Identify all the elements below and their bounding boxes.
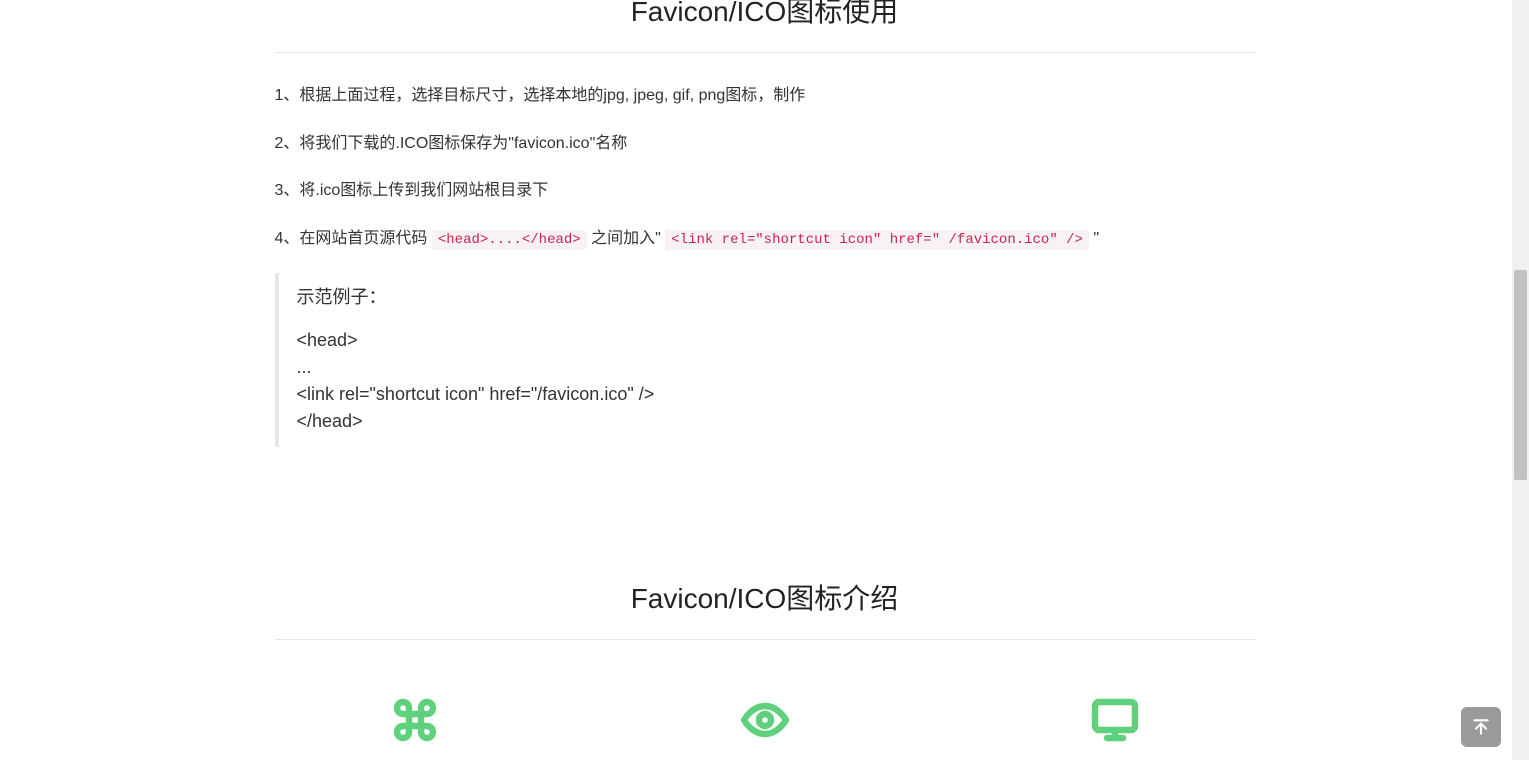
step-4-code-head: <head>....</head> bbox=[432, 230, 587, 250]
command-icon bbox=[385, 690, 445, 750]
example-code: <head> ... <link rel="shortcut icon" hre… bbox=[297, 327, 1237, 435]
step-4: 4、在网站首页源代码 <head>....</head> 之间加入" <link… bbox=[275, 226, 1255, 252]
scroll-to-top-button[interactable] bbox=[1461, 707, 1501, 747]
feature-icon-row bbox=[275, 690, 1255, 750]
step-4-prefix: 4、在网站首页源代码 bbox=[275, 230, 432, 247]
step-4-mid: 之间加入" bbox=[587, 230, 666, 247]
vertical-scrollbar[interactable] bbox=[1512, 0, 1529, 760]
divider bbox=[275, 52, 1255, 53]
arrow-up-icon bbox=[1471, 717, 1491, 737]
step-4-code-link: <link rel="shortcut icon" href=" /favico… bbox=[665, 230, 1089, 250]
section-title-usage: Favicon/ICO图标使用 bbox=[275, 0, 1255, 30]
step-1: 1、根据上面过程，选择目标尺寸，选择本地的jpg, jpeg, gif, png… bbox=[275, 83, 1255, 109]
step-list: 1、根据上面过程，选择目标尺寸，选择本地的jpg, jpeg, gif, png… bbox=[275, 83, 1255, 251]
example-label: 示范例子： bbox=[297, 283, 1237, 309]
monitor-icon bbox=[1085, 690, 1145, 750]
section-title-intro: Favicon/ICO图标介绍 bbox=[275, 577, 1255, 617]
eye-icon bbox=[735, 690, 795, 750]
step-2: 2、将我们下载的.ICO图标保存为"favicon.ico"名称 bbox=[275, 131, 1255, 157]
divider bbox=[275, 639, 1255, 640]
scrollbar-thumb[interactable] bbox=[1514, 270, 1527, 480]
step-4-suffix: " bbox=[1089, 230, 1099, 247]
step-3: 3、将.ico图标上传到我们网站根目录下 bbox=[275, 178, 1255, 204]
example-box: 示范例子： <head> ... <link rel="shortcut ico… bbox=[275, 273, 1255, 447]
